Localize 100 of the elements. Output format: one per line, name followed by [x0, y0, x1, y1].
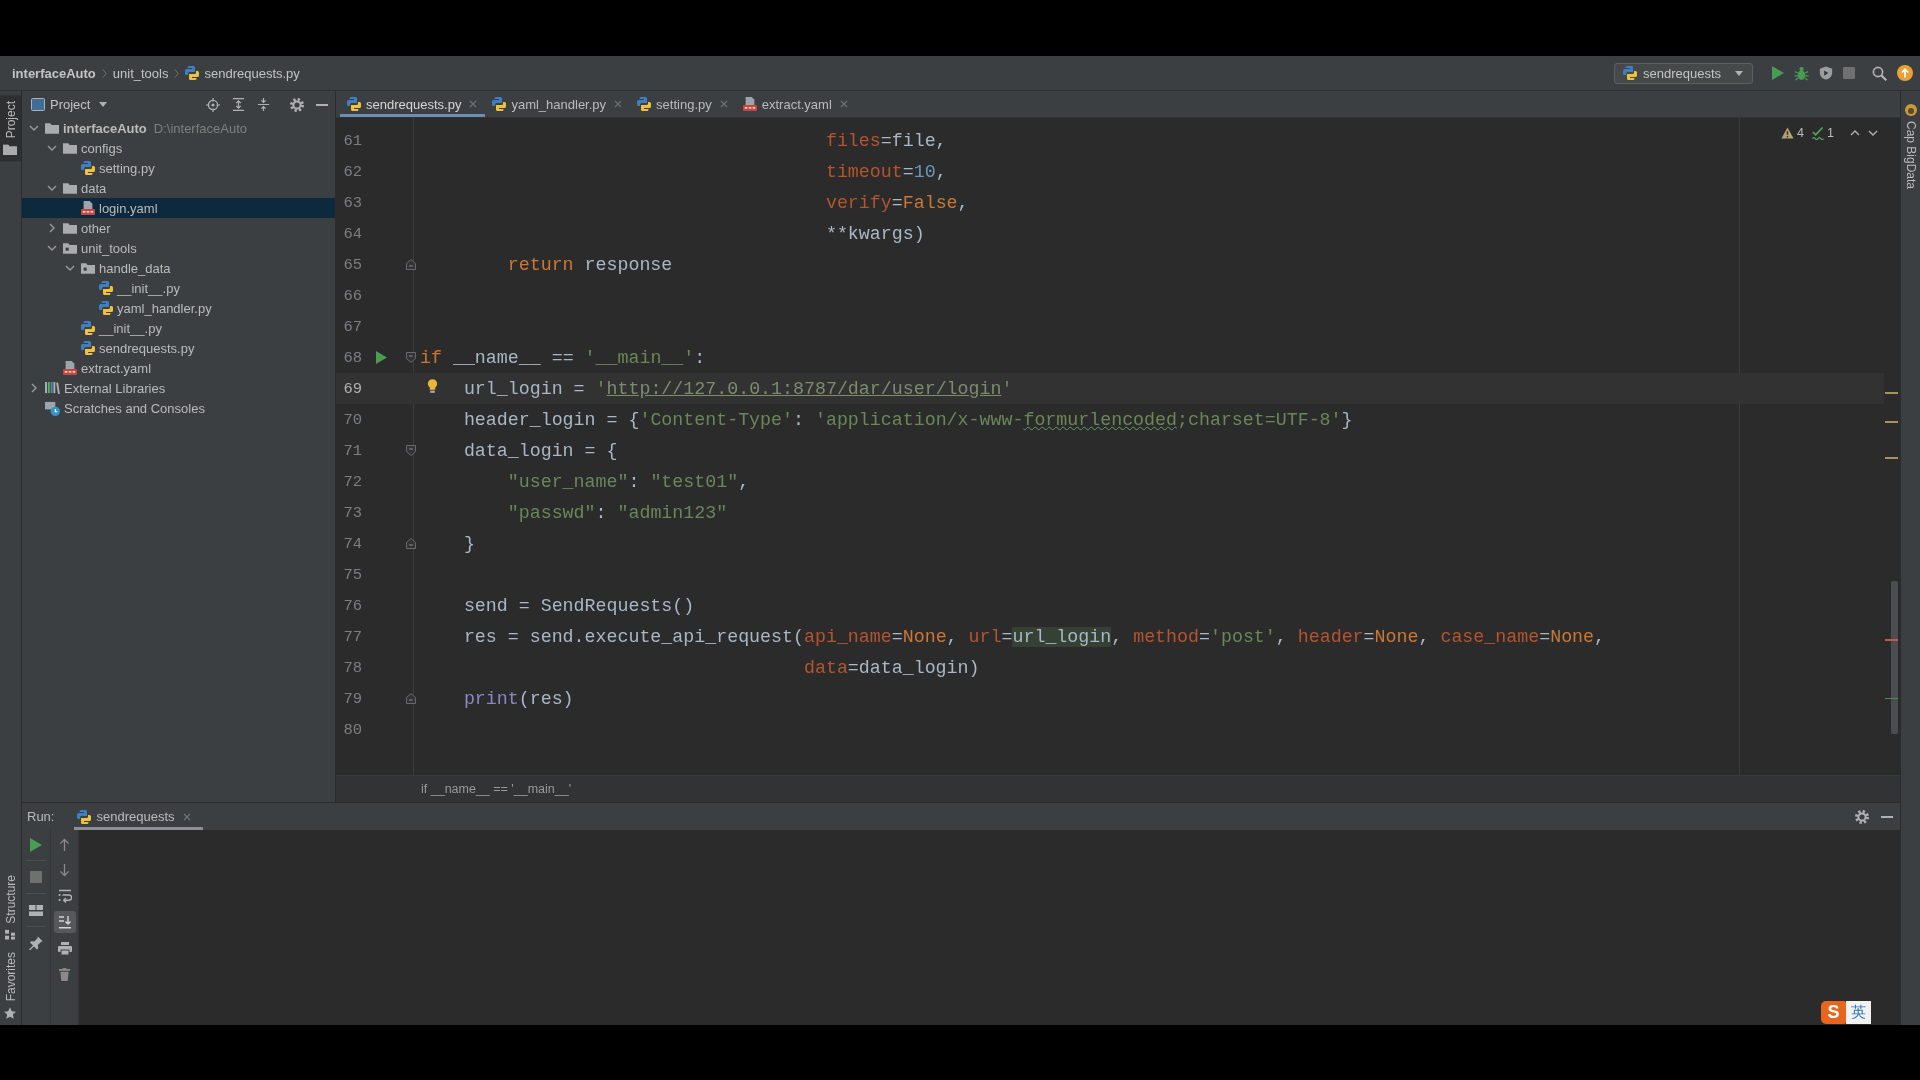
python-icon: [81, 321, 95, 335]
tree-item[interactable]: __init__.py: [22, 318, 335, 338]
line-number: 70: [343, 410, 362, 429]
tree-item[interactable]: handle_data: [22, 258, 335, 278]
code-line: data=data_login): [803, 657, 980, 678]
tree-item[interactable]: sendrequests.py: [22, 338, 335, 358]
up-arrow-circle-icon[interactable]: [1897, 65, 1913, 81]
close-icon[interactable]: [469, 100, 478, 108]
minimize-icon[interactable]: [316, 103, 328, 106]
scrollbar-thumb[interactable]: [1891, 581, 1898, 734]
chevron-down-icon[interactable]: [1868, 130, 1878, 136]
line-number: 66: [343, 286, 362, 305]
editor-tab[interactable]: setting.py: [630, 91, 736, 117]
play-icon[interactable]: [1772, 66, 1784, 80]
line-number: 61: [343, 131, 362, 150]
tool-window-tab[interactable]: Structure: [0, 868, 21, 946]
run-icon[interactable]: [375, 351, 387, 364]
code-line: url_login = 'http://127.0.0.1:8787/dar/user/login': [463, 378, 1013, 399]
tree-item[interactable]: unit_tools: [22, 238, 335, 258]
fold-icon[interactable]: [406, 259, 416, 270]
expand-all-icon[interactable]: [232, 98, 245, 111]
error-stripe-mark: [1885, 457, 1898, 459]
tool-window-tab[interactable]: Favorites: [0, 945, 21, 1025]
code-line: data_login = {: [463, 440, 618, 461]
settings-icon[interactable]: [290, 97, 304, 112]
code-line: return response: [507, 254, 673, 275]
round-logo-icon: [1904, 104, 1917, 116]
python-icon: [637, 97, 652, 111]
fold-icon[interactable]: [406, 352, 416, 363]
ime-mode[interactable]: 英: [1846, 1001, 1871, 1024]
typos-indicator[interactable]: 1: [1812, 126, 1834, 140]
chevron-right-icon: [101, 67, 107, 79]
tree-item[interactable]: interfaceAuto D:\interfaceAuto: [22, 118, 335, 138]
error-stripe-mark: [1885, 392, 1898, 394]
close-icon[interactable]: [182, 812, 191, 821]
breadcrumb-item[interactable]: interfaceAuto: [12, 65, 96, 81]
settings-icon[interactable]: [1855, 809, 1869, 824]
line-number: 69: [343, 379, 362, 398]
printer-icon[interactable]: [57, 941, 72, 955]
chevron-down-icon[interactable]: [29, 125, 39, 131]
code-line: send = SendRequests(): [463, 595, 695, 616]
fold-icon[interactable]: [406, 693, 416, 704]
editor-tab[interactable]: yaml_handler.py: [485, 91, 631, 117]
chevron-down-icon[interactable]: [47, 245, 57, 251]
breadcrumb-item[interactable]: unit_tools: [112, 65, 169, 81]
play-icon[interactable]: [30, 838, 42, 852]
close-icon[interactable]: [719, 100, 728, 108]
tree-item[interactable]: Scratches and Consoles: [22, 398, 335, 418]
folder-icon: [3, 144, 18, 156]
scroll-to-end-icon[interactable]: [53, 911, 76, 933]
fold-icon[interactable]: [406, 538, 416, 549]
python-icon: [1622, 66, 1637, 80]
tree-item[interactable]: configs: [22, 138, 335, 158]
path-hint: D:\interfaceAuto: [153, 120, 247, 136]
python-icon: [81, 161, 95, 175]
layout-icon[interactable]: [29, 904, 43, 916]
search-icon[interactable]: [1872, 65, 1887, 81]
line-number: 77: [343, 627, 362, 646]
tool-window-tab[interactable]: Cap BigData: [1901, 104, 1920, 190]
collapse-all-icon[interactable]: [257, 98, 270, 111]
line-number: 74: [343, 534, 362, 553]
ime-logo[interactable]: S: [1821, 1001, 1846, 1024]
line-number: 63: [343, 193, 362, 212]
bug-icon[interactable]: [1794, 65, 1809, 81]
tree-item[interactable]: extract.yaml: [22, 358, 335, 378]
crosshair-icon[interactable]: [206, 97, 220, 112]
python-icon: [185, 66, 200, 80]
tool-window-tab[interactable]: Project: [0, 95, 21, 162]
tree-item[interactable]: External Libraries: [22, 378, 335, 398]
caret-icon: [1735, 70, 1743, 76]
line-number: 64: [343, 224, 362, 243]
chevron-down-icon[interactable]: [65, 265, 75, 271]
chevron-down-icon[interactable]: [47, 145, 57, 151]
editor-tab[interactable]: extract.yaml: [735, 91, 856, 117]
tree-item[interactable]: data: [22, 178, 335, 198]
python-icon: [81, 341, 95, 355]
tree-item[interactable]: setting.py: [22, 158, 335, 178]
chevron-down-icon[interactable]: [47, 185, 57, 191]
close-icon[interactable]: [614, 100, 623, 108]
tree-item[interactable]: other: [22, 218, 335, 238]
run-configuration-dropdown[interactable]: sendrequests: [1613, 62, 1753, 84]
minimize-icon[interactable]: [1881, 815, 1893, 818]
soft-wrap-icon[interactable]: [57, 889, 72, 903]
yaml-file-icon: [63, 361, 77, 375]
tree-item[interactable]: login.yaml: [22, 198, 335, 218]
chevron-right-icon[interactable]: [49, 223, 55, 233]
chevron-right-icon[interactable]: [31, 383, 37, 393]
pin-icon[interactable]: [29, 936, 43, 950]
fold-icon[interactable]: [406, 445, 416, 456]
folder-icon: [63, 242, 77, 254]
chevron-up-icon[interactable]: [1850, 130, 1860, 136]
error-stripe-mark: [1885, 639, 1898, 641]
tree-item[interactable]: yaml_handler.py: [22, 298, 335, 318]
tree-item[interactable]: __init__.py: [22, 278, 335, 298]
close-icon[interactable]: [839, 100, 848, 108]
breadcrumb-item[interactable]: if __name__ == '__main__': [421, 782, 572, 796]
breadcrumb-item[interactable]: sendrequests.py: [185, 65, 300, 81]
lightbulb-icon[interactable]: [427, 379, 438, 393]
warnings-indicator[interactable]: 4: [1781, 126, 1805, 140]
view-selector-dropdown[interactable]: Project: [31, 97, 108, 112]
